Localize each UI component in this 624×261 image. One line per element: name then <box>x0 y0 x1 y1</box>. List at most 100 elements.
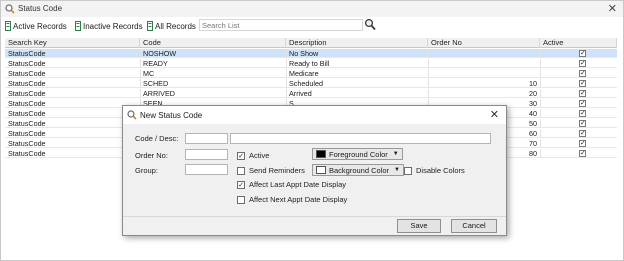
cell-key: StatusCode <box>8 149 46 158</box>
active-checkbox-cell[interactable]: ✓ <box>579 100 586 107</box>
cell-code: ARRIVED <box>143 89 175 98</box>
active-records-label: Active Records <box>13 21 67 31</box>
table-row[interactable]: StatusCode ARRIVED Arrived 20 ✓ <box>5 89 617 98</box>
cell-order: 20 <box>529 89 537 98</box>
table-row[interactable]: StatusCode NOSHOW No Show ✓ <box>5 49 617 58</box>
all-records-label: All Records <box>155 21 196 31</box>
cell-divider <box>540 99 541 108</box>
cell-divider <box>540 69 541 78</box>
cell-divider <box>540 79 541 88</box>
active-checkbox-cell[interactable]: ✓ <box>579 130 586 137</box>
foreground-color-label: Foreground Color <box>329 149 388 159</box>
table-row[interactable]: StatusCode MC Medicare ✓ <box>5 69 617 78</box>
active-checkbox-cell[interactable]: ✓ <box>579 50 586 57</box>
all-records-button[interactable]: All Records <box>147 20 196 32</box>
affect-last-appt-label: Affect Last Appt Date Display <box>249 180 346 189</box>
order-no-label: Order No: <box>135 151 168 160</box>
chevron-down-icon: ▼ <box>394 167 400 173</box>
close-icon[interactable]: ✕ <box>608 2 617 15</box>
cell-divider <box>540 109 541 118</box>
column-header-search-key[interactable]: Search Key <box>5 38 140 48</box>
cell-order: 10 <box>529 79 537 88</box>
cell-key: StatusCode <box>8 89 46 98</box>
cell-divider <box>286 49 287 58</box>
order-no-input[interactable] <box>185 149 228 160</box>
active-records-button[interactable]: Active Records <box>5 20 67 32</box>
affect-last-appt-checkbox[interactable]: ✓ Affect Last Appt Date Display <box>237 180 346 189</box>
cell-divider <box>140 59 141 68</box>
cell-divider <box>540 49 541 58</box>
active-checkbox-cell[interactable]: ✓ <box>579 120 586 127</box>
active-checkbox-cell[interactable]: ✓ <box>579 150 586 157</box>
cell-divider <box>428 79 429 88</box>
cell-order <box>428 49 540 58</box>
foreground-color-button[interactable]: Foreground Color ▼ <box>312 148 403 160</box>
active-checkbox-cell[interactable]: ✓ <box>579 70 586 77</box>
cell-divider <box>540 139 541 148</box>
cell-desc: Arrived <box>289 89 312 98</box>
disable-colors-label: Disable Colors <box>416 166 465 175</box>
background-color-button[interactable]: Background Color ▼ <box>312 164 404 176</box>
save-button[interactable]: Save <box>397 219 441 233</box>
cell-divider <box>540 59 541 68</box>
cell-code: SCHED <box>143 79 169 88</box>
send-reminders-label: Send Reminders <box>249 166 305 175</box>
background-color-label: Background Color <box>329 165 390 175</box>
cell-divider <box>540 149 541 158</box>
dialog-title: New Status Code <box>140 111 203 120</box>
active-checkbox-label: Active <box>249 151 270 160</box>
send-reminders-checkbox[interactable]: Send Reminders <box>237 166 305 175</box>
search-icon[interactable] <box>364 18 376 31</box>
group-input[interactable] <box>185 164 228 175</box>
cell-order <box>428 59 540 68</box>
all-records-icon <box>147 21 153 31</box>
column-header-description[interactable]: Description <box>286 38 428 48</box>
cell-code: NOSHOW <box>143 49 177 58</box>
magnifier-app-icon <box>5 4 15 14</box>
cell-divider <box>286 69 287 78</box>
column-header-order-no[interactable]: Order No <box>428 38 540 48</box>
cancel-button[interactable]: Cancel <box>451 219 497 233</box>
description-input[interactable] <box>230 133 491 144</box>
column-header-active[interactable]: Active <box>540 38 617 48</box>
active-checkbox-cell[interactable]: ✓ <box>579 140 586 147</box>
code-input[interactable] <box>185 133 228 144</box>
inactive-records-label: Inactive Records <box>83 21 143 31</box>
cell-divider <box>428 59 429 68</box>
affect-next-appt-checkbox[interactable]: Affect Next Appt Date Display <box>237 195 347 204</box>
affect-last-check-icon: ✓ <box>237 180 245 189</box>
table-row[interactable]: StatusCode SCHED Scheduled 10 ✓ <box>5 79 617 88</box>
cell-key: StatusCode <box>8 69 46 78</box>
magnifier-dialog-icon <box>127 110 137 120</box>
cell-divider <box>140 79 141 88</box>
cell-divider <box>286 79 287 88</box>
grid-header: Search Key Code Description Order No Act… <box>5 38 617 48</box>
new-status-code-dialog: New Status Code ✕ Code / Desc: Order No:… <box>122 105 507 236</box>
dialog-divider <box>123 216 506 217</box>
disable-colors-checkbox[interactable]: Disable Colors <box>404 166 465 175</box>
chevron-down-icon: ▼ <box>392 151 399 157</box>
cell-key: StatusCode <box>8 59 46 68</box>
cell-key: StatusCode <box>8 109 46 118</box>
cell-divider <box>286 89 287 98</box>
cell-key: StatusCode <box>8 49 46 58</box>
cell-desc: Medicare <box>289 69 319 78</box>
cell-desc: Ready to Bill <box>289 59 330 68</box>
group-label: Group: <box>135 166 158 175</box>
active-checkbox-cell[interactable]: ✓ <box>579 80 586 87</box>
foreground-color-swatch <box>316 150 326 158</box>
table-row[interactable]: StatusCode READY Ready to Bill ✓ <box>5 59 617 68</box>
active-checkbox-cell[interactable]: ✓ <box>579 110 586 117</box>
search-input[interactable] <box>199 19 363 31</box>
background-color-swatch <box>316 166 326 174</box>
active-checkbox-cell[interactable]: ✓ <box>579 60 586 67</box>
active-checkbox[interactable]: ✓ Active <box>237 151 269 160</box>
active-records-icon <box>5 21 11 31</box>
active-checkbox-cell[interactable]: ✓ <box>579 90 586 97</box>
cell-divider <box>540 89 541 98</box>
code-desc-label: Code / Desc: <box>135 134 179 143</box>
dialog-close-icon[interactable]: ✕ <box>490 108 499 121</box>
inactive-records-button[interactable]: Inactive Records <box>75 20 143 32</box>
cell-order <box>428 69 540 78</box>
column-header-code[interactable]: Code <box>140 38 286 48</box>
